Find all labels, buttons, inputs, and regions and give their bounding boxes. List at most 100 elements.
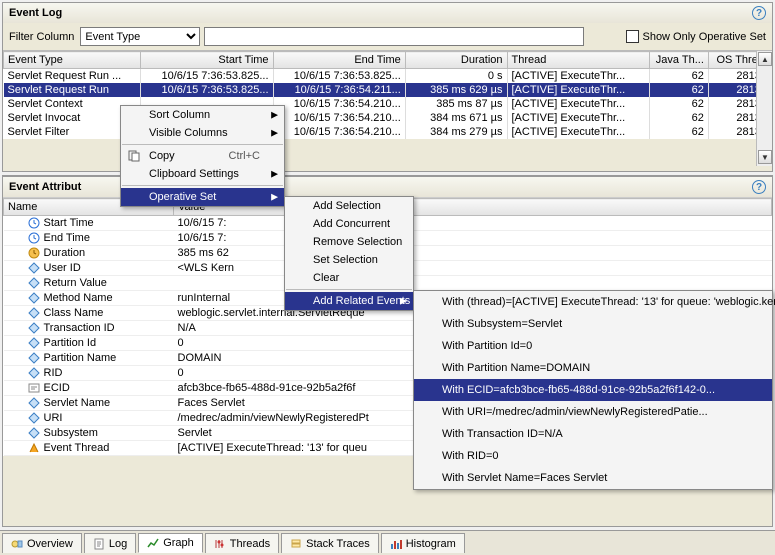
filter-label: Filter Column	[9, 31, 74, 43]
attrs-title: Event Attribut	[9, 181, 81, 193]
tab-icon	[93, 538, 105, 550]
attr-name-text: Subsystem	[44, 427, 98, 439]
column-header[interactable]: Thread	[507, 52, 649, 69]
show-only-label: Show Only Operative Set	[642, 31, 766, 43]
column-header[interactable]: End Time	[273, 52, 405, 69]
eventlog-title: Event Log	[9, 7, 62, 19]
menu-sep	[286, 289, 412, 290]
attr-name-text: Partition Name	[44, 352, 117, 364]
table-row[interactable]: Servlet Filter10/6/15 7:36:54.210...384 …	[4, 125, 772, 139]
attr-name-text: Partition Id	[44, 337, 97, 349]
attr-name-text: RID	[44, 367, 63, 379]
context-menu-opset: Add Selection Add Concurrent Remove Sele…	[284, 196, 414, 311]
menu-related-item[interactable]: With Partition Name=DOMAIN	[414, 357, 772, 379]
column-header[interactable]: Duration	[405, 52, 507, 69]
attr-name-text: Servlet Name	[44, 397, 111, 409]
diamond-icon	[28, 307, 40, 319]
scroll-up-icon[interactable]: ▲	[758, 52, 772, 66]
tab-label: Histogram	[406, 538, 456, 550]
duration-icon	[28, 247, 40, 259]
tab-stack-traces[interactable]: Stack Traces	[281, 533, 379, 553]
help-icon[interactable]: ?	[752, 6, 766, 20]
menu-sep	[122, 185, 283, 186]
tab-log[interactable]: Log	[84, 533, 136, 553]
attr-name-text: Duration	[44, 247, 86, 259]
table-row[interactable]: Servlet Invocat10/6/15 7:36:54.210...384…	[4, 111, 772, 125]
diamond-icon	[28, 412, 40, 424]
text-icon	[28, 382, 40, 394]
tab-icon	[214, 538, 226, 550]
column-header[interactable]: Event Type	[4, 52, 141, 69]
filter-row: Filter Column Event Type Show Only Opera…	[3, 23, 772, 50]
diamond-icon	[28, 337, 40, 349]
menu-clipboard-settings[interactable]: Clipboard Settings▶	[121, 165, 284, 183]
attr-value-text: 10/6/15 7:	[174, 231, 772, 246]
menu-related-item[interactable]: With (thread)=[ACTIVE] ExecuteThread: '1…	[414, 291, 772, 313]
menu-add-related-events[interactable]: Add Related Events▶	[285, 292, 413, 310]
show-only-checkbox[interactable]	[626, 30, 639, 43]
menu-related-item[interactable]: With ECID=afcb3bce-fb65-488d-91ce-92b5a2…	[414, 379, 772, 401]
tab-icon	[147, 537, 159, 549]
attr-name-text: Start Time	[44, 217, 94, 229]
scroll-down-icon[interactable]: ▼	[758, 150, 772, 164]
table-row[interactable]: Servlet Request Run10/6/15 7:36:53.825..…	[4, 83, 772, 97]
tab-icon	[390, 538, 402, 550]
diamond-icon	[28, 427, 40, 439]
context-menu-related: With (thread)=[ACTIVE] ExecuteThread: '1…	[413, 290, 773, 490]
attr-name-text: Transaction ID	[44, 322, 115, 334]
menu-related-item[interactable]: With Servlet Name=Faces Servlet	[414, 467, 772, 489]
event-table[interactable]: Event TypeStart TimeEnd TimeDurationThre…	[3, 51, 772, 139]
menu-sort-column[interactable]: Sort Column▶	[121, 106, 284, 124]
attr-name-text: Method Name	[44, 292, 113, 304]
context-menu-main: Sort Column▶ Visible Columns▶ CopyCtrl+C…	[120, 105, 285, 207]
filter-column-select[interactable]: Event Type	[80, 27, 200, 46]
attr-name-text: End Time	[44, 232, 90, 244]
tab-label: Threads	[230, 538, 270, 550]
attr-value-text: 10/6/15 7:	[174, 216, 772, 231]
attr-name-text: ECID	[44, 382, 70, 394]
diamond-icon	[28, 397, 40, 409]
tab-threads[interactable]: Threads	[205, 533, 279, 553]
clock-icon	[28, 217, 40, 229]
menu-related-item[interactable]: With RID=0	[414, 445, 772, 467]
menu-add-selection[interactable]: Add Selection	[285, 197, 413, 215]
tab-label: Overview	[27, 538, 73, 550]
table-row[interactable]: Servlet Request Run ...10/6/15 7:36:53.8…	[4, 69, 772, 84]
tab-label: Graph	[163, 537, 194, 549]
attr-value-text: <WLS Kern	[174, 261, 772, 276]
table-scrollbar[interactable]: ▲ ▼	[756, 51, 772, 166]
menu-add-concurrent[interactable]: Add Concurrent	[285, 215, 413, 233]
table-row[interactable]: Servlet Context10/6/15 7:36:54.210...385…	[4, 97, 772, 111]
menu-related-item[interactable]: With Transaction ID=N/A	[414, 423, 772, 445]
menu-operative-set[interactable]: Operative Set▶	[121, 188, 284, 206]
filter-text-input[interactable]	[204, 27, 584, 46]
menu-related-item[interactable]: With URI=/medrec/admin/viewNewlyRegister…	[414, 401, 772, 423]
copy-icon	[127, 149, 141, 163]
help-icon[interactable]: ?	[752, 180, 766, 194]
menu-related-item[interactable]: With Partition Id=0	[414, 335, 772, 357]
tab-histogram[interactable]: Histogram	[381, 533, 465, 553]
tab-icon	[290, 538, 302, 550]
attr-name-text: URI	[44, 412, 63, 424]
diamond-icon	[28, 262, 40, 274]
tab-overview[interactable]: Overview	[2, 533, 82, 553]
diamond-icon	[28, 292, 40, 304]
tab-graph[interactable]: Graph	[138, 533, 203, 553]
column-header[interactable]: Start Time	[141, 52, 273, 69]
tab-label: Log	[109, 538, 127, 550]
menu-copy[interactable]: CopyCtrl+C	[121, 147, 284, 165]
attr-value-text	[174, 276, 772, 291]
bottom-tabs: Overview Log Graph Threads Stack Traces Histo…	[0, 530, 775, 555]
clock-icon	[28, 232, 40, 244]
menu-set-selection[interactable]: Set Selection	[285, 251, 413, 269]
menu-clear[interactable]: Clear	[285, 269, 413, 287]
tab-icon	[11, 538, 23, 550]
attr-name-text: Event Thread	[44, 442, 110, 454]
menu-related-item[interactable]: With Subsystem=Servlet	[414, 313, 772, 335]
column-header[interactable]: Java Th...	[649, 52, 708, 69]
thread-icon	[28, 442, 40, 454]
attr-name-text: Class Name	[44, 307, 104, 319]
menu-visible-columns[interactable]: Visible Columns▶	[121, 124, 284, 142]
menu-remove-selection[interactable]: Remove Selection	[285, 233, 413, 251]
diamond-icon	[28, 277, 40, 289]
